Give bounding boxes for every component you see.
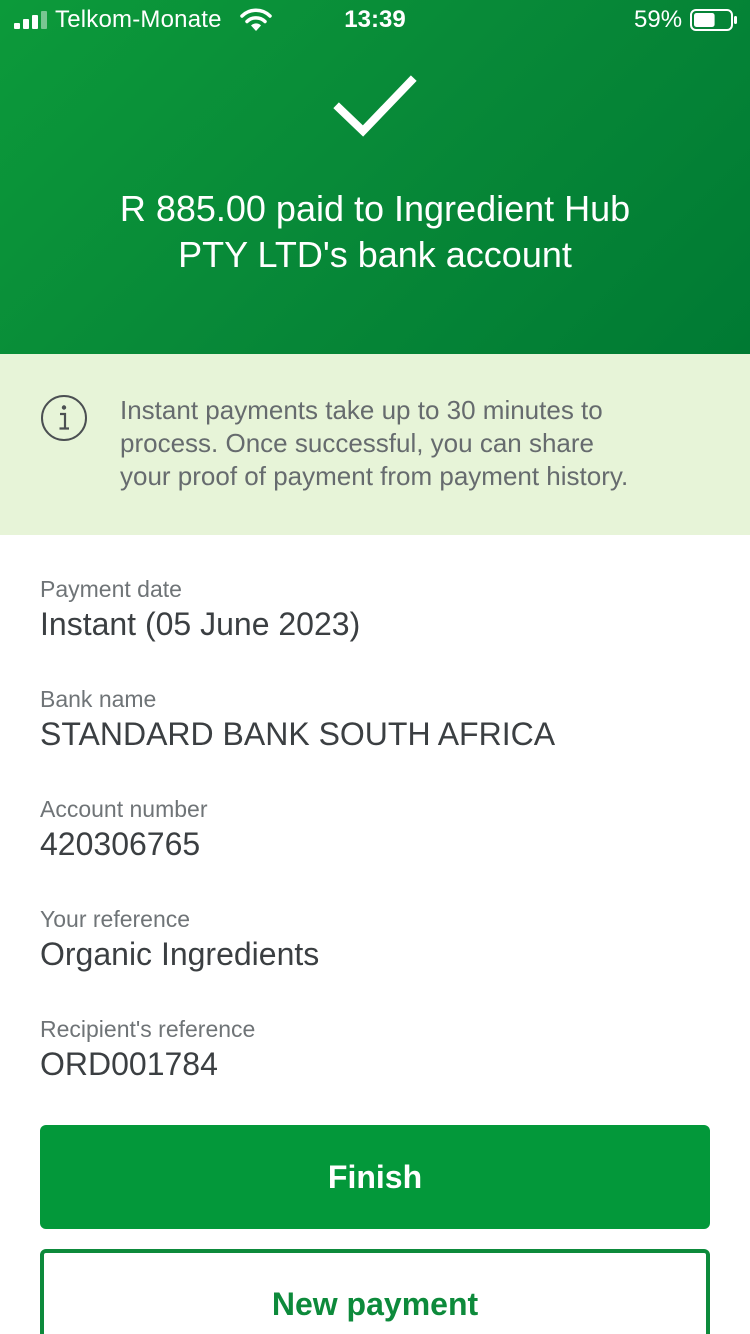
success-header: Telkom-Monate 13:39 59% R 885.00 paid to…	[0, 0, 750, 354]
notice-line-3: your proof of payment from payment histo…	[120, 461, 629, 491]
account-number-label: Account number	[40, 796, 208, 822]
finish-button[interactable]: Finish	[40, 1125, 710, 1229]
payment-confirmation-title: R 885.00 paid to Ingredient Hub PTY LTD'…	[40, 186, 710, 278]
your-reference-value: Organic Ingredients	[40, 936, 320, 972]
new-payment-button[interactable]: New payment	[40, 1249, 710, 1334]
payment-date-label: Payment date	[40, 576, 182, 602]
checkmark-icon	[333, 75, 417, 137]
notice-text: Instant payments take up to 30 minutes t…	[120, 394, 720, 493]
bank-name-label: Bank name	[40, 686, 157, 712]
payment-date-value: Instant (05 June 2023)	[40, 606, 361, 642]
battery-percent: 59%	[634, 6, 683, 33]
account-number-value: 420306765	[40, 826, 201, 862]
bank-name-value: STANDARD BANK SOUTH AFRICA	[40, 716, 556, 752]
info-icon	[41, 395, 87, 441]
status-bar: Telkom-Monate 13:39 59%	[0, 0, 750, 40]
battery-icon	[690, 9, 737, 31]
your-reference-label: Your reference	[40, 906, 191, 932]
notice-line-2: process. Once successful, you can share	[120, 428, 595, 458]
headline-line-2: PTY LTD's bank account	[178, 234, 572, 275]
recipient-reference-value: ORD001784	[40, 1046, 218, 1082]
notice-line-1: Instant payments take up to 30 minutes t…	[120, 395, 603, 425]
headline-line-1: R 885.00 paid to Ingredient Hub	[119, 188, 631, 229]
recipient-reference-label: Recipient's reference	[40, 1016, 256, 1042]
